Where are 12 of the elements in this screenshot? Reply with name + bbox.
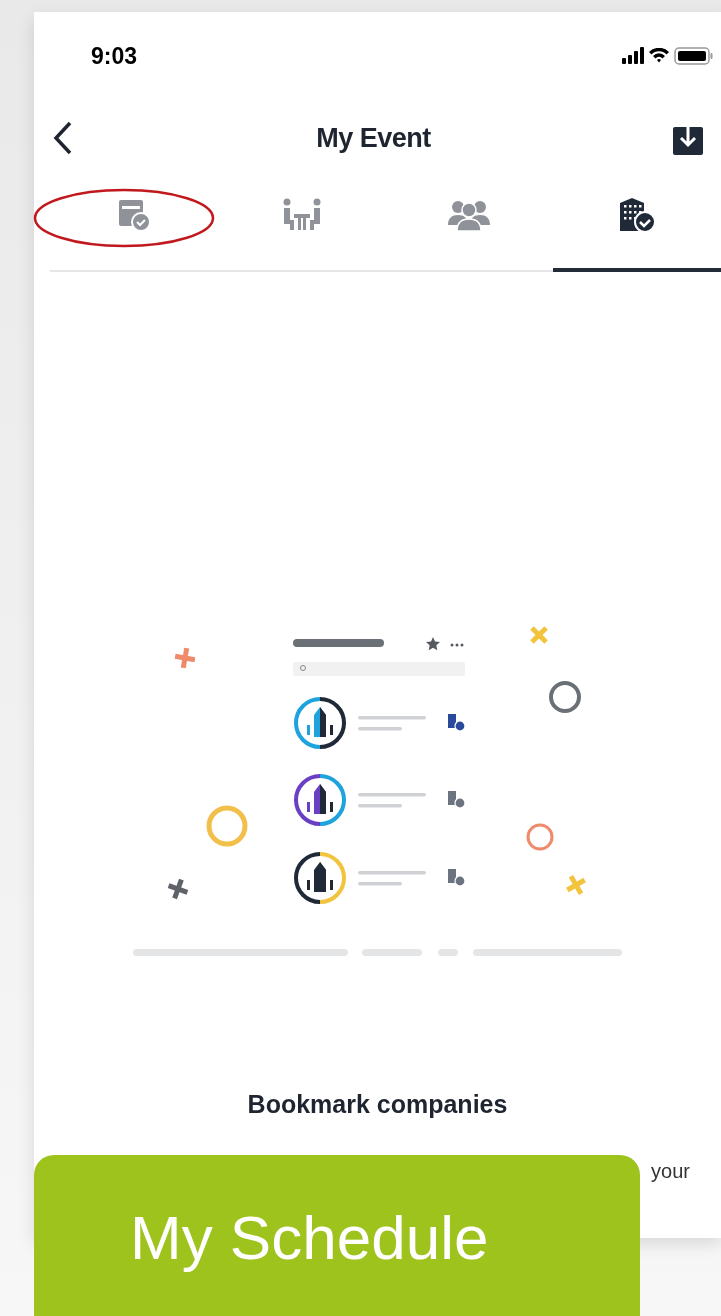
back-chevron-icon	[53, 121, 73, 155]
building-check-icon	[618, 197, 657, 233]
signal-icon	[622, 47, 644, 65]
empty-state-title: Bookmark companies	[247, 1089, 508, 1120]
group-icon	[448, 199, 491, 231]
status-time: 9:03	[91, 41, 138, 71]
battery-icon	[674, 47, 713, 65]
calendar-check-icon	[116, 198, 151, 232]
empty-state-description: your	[651, 1158, 690, 1184]
meeting-table-icon	[281, 198, 322, 232]
wifi-icon	[649, 48, 669, 64]
header-title: My Event	[316, 121, 431, 155]
